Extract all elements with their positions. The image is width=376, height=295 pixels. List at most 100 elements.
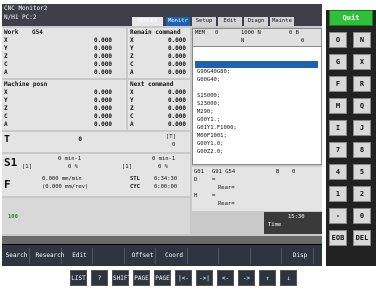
keypad-key[interactable]: I (329, 120, 347, 136)
remain-axis-label: Z (130, 53, 134, 60)
work-axis-value: 0.000 (93, 53, 112, 60)
quit-button[interactable]: Quit (329, 10, 373, 26)
s1-rmin: 0 min-1 (152, 156, 176, 162)
keypad: Quit O N G X F R M Q I J 7 8 4 5 1 2-0 EOB DEL (326, 10, 376, 270)
keypad-key[interactable]: 5 (353, 164, 371, 180)
tab-diagn[interactable]: Diagn (244, 17, 268, 26)
bottom-key[interactable]: <- (217, 270, 234, 286)
machine-axis-value: 0.000 (93, 121, 112, 128)
s1-label: S1 (4, 156, 18, 169)
keypad-key[interactable]: X (353, 54, 371, 70)
remain-axis-value: 0.000 (167, 37, 186, 44)
work-axis-label: C (4, 61, 8, 68)
softkey-bar: Search ResearchEdit Offset Coord Disp sw. (2, 244, 322, 266)
tab-edit[interactable]: Edit (218, 17, 242, 26)
cnc-monitor-root: CNC Monitor2 N/H1 PC:2 MEMORY Monitr Set… (0, 0, 376, 295)
softkey-4[interactable] (99, 248, 125, 264)
tab-setup[interactable]: Setup (192, 17, 216, 26)
next-axis-label: C (130, 113, 134, 120)
work-axis-value: 0.000 (93, 37, 112, 44)
stl-label: STL (130, 176, 140, 182)
next-panel: Next command X 0.000 Y 0.000 Z 0.000 C 0.000 A 0.… (128, 80, 190, 130)
keypad-key[interactable]: 7 (329, 142, 347, 158)
remain-axis-label: A (130, 69, 134, 76)
work-panel: Work G54 X 0.000 Y 0.000 Z 0.000 C 0.000 A 0.000 (2, 28, 126, 78)
modal-d-value: = (212, 177, 216, 183)
keypad-key[interactable]: 8 (353, 142, 371, 158)
s1-rate: 0 min-1 (58, 156, 82, 162)
remain-axis-value: 0.000 (167, 61, 186, 68)
next-axis-label: Z (130, 105, 134, 112)
program-panel[interactable]: MEM 0 1000 N 0 B N 0 G90G40G80; G00G40; S1… (192, 28, 322, 165)
keypad-key[interactable]: O (329, 32, 347, 48)
title-line2: N/H1 PC:2 (4, 14, 37, 21)
machine-panel: Machine posn X 0.000 Y 0.000 Z 0.000 C 0.000 A 0.… (2, 80, 126, 130)
softkey-5[interactable]: Offset (130, 248, 156, 264)
bottom-key[interactable]: -> (238, 270, 255, 286)
keypad-key[interactable]: M (329, 98, 347, 114)
keypad-key[interactable]: F (329, 76, 347, 92)
modal-b: B (276, 169, 280, 175)
machine-axis-value: 0.000 (93, 105, 112, 112)
keypad-key[interactable]: EOB (329, 230, 347, 246)
program-line: S23000; (197, 101, 221, 107)
t-right-value: 0 (172, 142, 176, 148)
softkey-2[interactable]: Research (36, 248, 64, 264)
next-axis-value: 0.000 (167, 89, 186, 96)
remain-axis-label: X (130, 37, 134, 44)
machine-axis-label: Z (4, 105, 8, 112)
bottom-key[interactable]: LIST (70, 270, 87, 286)
softkey-3[interactable]: Edit (67, 248, 93, 264)
remain-axis-label: C (130, 61, 134, 68)
keypad-key[interactable]: 4 (329, 164, 347, 180)
keypad-key[interactable]: 0 (353, 208, 371, 224)
softkey-7[interactable] (193, 248, 219, 264)
tab-mainte[interactable]: Mainte (270, 17, 294, 26)
work-num: G54 (32, 29, 43, 36)
machine-axis-value: 0.000 (93, 89, 112, 96)
bottom-key[interactable]: PAGE (154, 270, 171, 286)
machine-axis-value: 0.000 (93, 97, 112, 104)
program-line: G00Y1.; (197, 117, 221, 123)
bottom-key[interactable]: SHIFT (112, 270, 131, 286)
bottom-key[interactable]: |<- (175, 270, 192, 286)
softkey-10[interactable]: Disp sw. (288, 248, 314, 264)
override-panel: 100 (2, 198, 190, 234)
program-header: MEM 0 1000 N 0 B N 0 (193, 29, 321, 47)
memory-mode-badge: MEMORY (132, 17, 163, 26)
keypad-key[interactable]: N (353, 32, 371, 48)
keypad-key[interactable]: G (329, 54, 347, 70)
keypad-key[interactable]: - (329, 208, 347, 224)
bottom-key-bar: LIST? SHIFT PAGE PAGE |<- ->| <- -> ↑ ↓ (0, 266, 376, 295)
remain-axis-value: 0.000 (167, 69, 186, 76)
status-bar (2, 236, 322, 244)
tool-label: T (4, 134, 11, 145)
tool-value: 0 (78, 136, 82, 143)
bottom-key[interactable]: PAGE (133, 270, 150, 286)
tab-monitor[interactable]: Monitr (166, 17, 190, 26)
cyc-label: CYC (130, 184, 140, 190)
work-axis-label: X (4, 37, 8, 44)
keypad-key[interactable]: 2 (353, 186, 371, 202)
bottom-key[interactable]: ↑ (259, 270, 276, 286)
bottom-key[interactable]: ->| (196, 270, 213, 286)
bottom-key[interactable]: ↓ (280, 270, 297, 286)
bottom-key[interactable]: ? (91, 270, 108, 286)
s1-r2: 0 % (158, 164, 168, 170)
program-cursor-line (195, 61, 318, 68)
keypad-key[interactable]: R (353, 76, 371, 92)
s1-bracket: [1] (22, 164, 32, 170)
program-line: M290; (197, 109, 214, 115)
title-line1: CNC Monitor2 (4, 5, 48, 12)
next-title: Next command (130, 81, 174, 88)
keypad-key[interactable]: DEL (353, 230, 371, 246)
keypad-key[interactable]: Q (353, 98, 371, 114)
softkey-6[interactable]: Coord (162, 248, 188, 264)
softkey-9[interactable] (256, 248, 282, 264)
softkey-8[interactable] (225, 248, 251, 264)
remain-panel: Remain command X 0.000 Y 0.000 Z 0.000 C 0.000 A… (128, 28, 190, 78)
keypad-key[interactable]: J (353, 120, 371, 136)
keypad-key[interactable]: 1 (329, 186, 347, 202)
program-line: G00G40; (197, 77, 221, 83)
softkey-1[interactable]: Search (4, 248, 30, 264)
